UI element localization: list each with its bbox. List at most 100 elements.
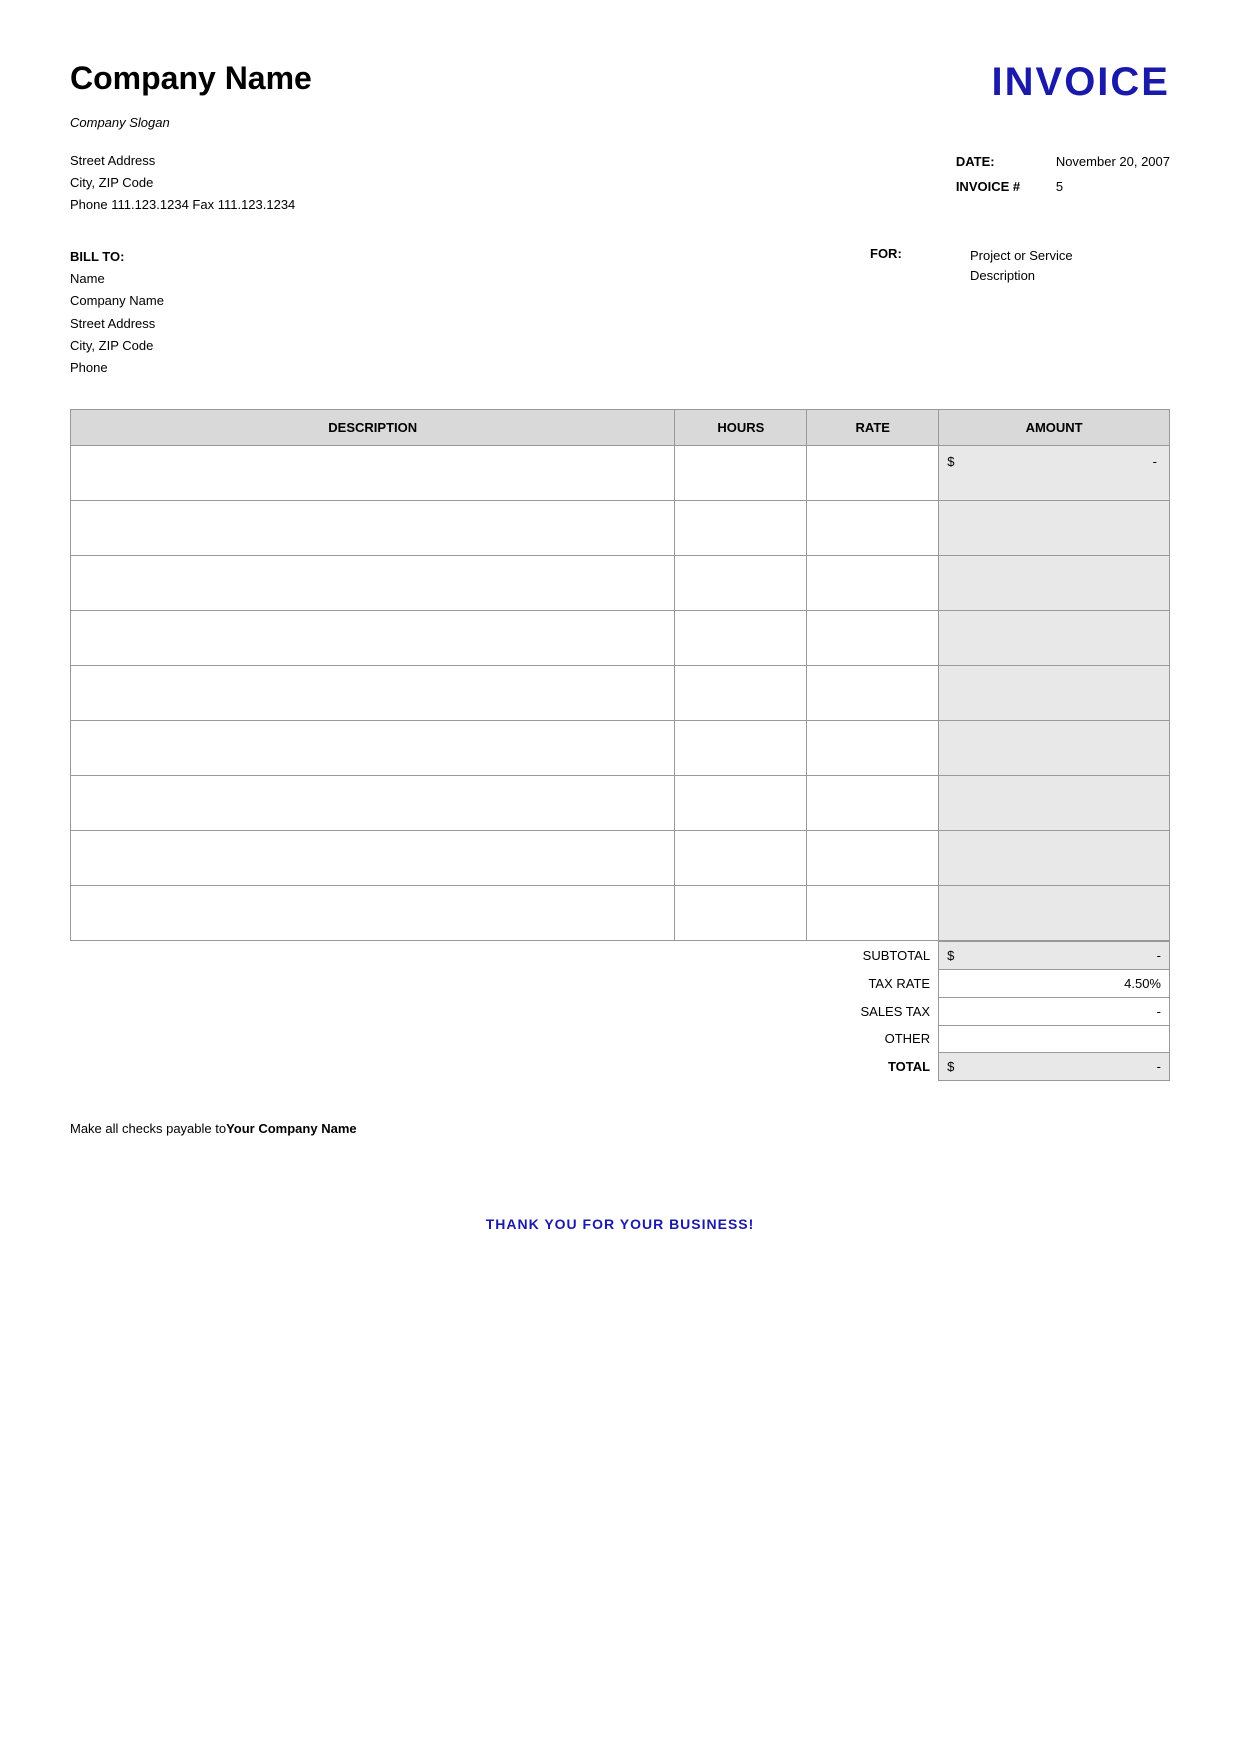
for-value-line1: Project or Service xyxy=(970,246,1073,266)
cell-amount: $- xyxy=(939,445,1170,500)
subtotal-dollar-sign: $ xyxy=(947,948,954,963)
col-header-rate: RATE xyxy=(807,409,939,445)
col-header-description: DESCRIPTION xyxy=(71,409,675,445)
cell-description xyxy=(71,665,675,720)
sales-tax-label: SALES TAX xyxy=(70,997,939,1025)
for-value-line2: Description xyxy=(970,266,1073,286)
invoice-number-label: INVOICE # xyxy=(956,175,1046,200)
company-city-zip: City, ZIP Code xyxy=(70,172,295,194)
subtotal-label: SUBTOTAL xyxy=(70,941,939,969)
other-label: OTHER xyxy=(70,1025,939,1052)
cell-hours xyxy=(675,830,807,885)
summary-table: SUBTOTAL $ - TAX RATE 4.50% SALES TAX - … xyxy=(70,941,1170,1081)
subtotal-amount: - xyxy=(1157,948,1161,963)
cell-description xyxy=(71,720,675,775)
cell-hours xyxy=(675,445,807,500)
for-description: Project or Service Description xyxy=(970,246,1073,285)
cell-hours xyxy=(675,720,807,775)
invoice-table: DESCRIPTION HOURS RATE AMOUNT $- xyxy=(70,409,1170,941)
subtotal-row: SUBTOTAL $ - xyxy=(70,941,1170,969)
cell-amount xyxy=(939,610,1170,665)
invoice-meta: DATE: November 20, 2007 INVOICE # 5 xyxy=(956,150,1170,216)
cell-rate xyxy=(807,775,939,830)
bill-to-street: Street Address xyxy=(70,313,164,335)
cell-amount xyxy=(939,720,1170,775)
bill-to-name: Name xyxy=(70,268,164,290)
other-row: OTHER xyxy=(70,1025,1170,1052)
col-header-amount: AMOUNT xyxy=(939,409,1170,445)
cell-description xyxy=(71,830,675,885)
invoice-title: INVOICE xyxy=(992,60,1170,105)
table-row xyxy=(71,665,1170,720)
cell-rate xyxy=(807,665,939,720)
cell-amount xyxy=(939,885,1170,940)
cell-rate xyxy=(807,500,939,555)
cell-hours xyxy=(675,555,807,610)
table-row xyxy=(71,830,1170,885)
tax-rate-row: TAX RATE 4.50% xyxy=(70,969,1170,997)
cell-hours xyxy=(675,500,807,555)
cell-description xyxy=(71,775,675,830)
invoice-number-value: 5 xyxy=(1056,175,1063,200)
total-value: $ - xyxy=(939,1052,1170,1080)
cell-hours xyxy=(675,775,807,830)
cell-amount xyxy=(939,555,1170,610)
cell-hours xyxy=(675,610,807,665)
cell-description xyxy=(71,555,675,610)
table-row xyxy=(71,555,1170,610)
sales-tax-value: - xyxy=(939,997,1170,1025)
bill-for-section: BILL TO: Name Company Name Street Addres… xyxy=(70,246,1170,379)
subtotal-value: $ - xyxy=(939,941,1170,969)
table-row xyxy=(71,885,1170,940)
company-street: Street Address xyxy=(70,150,295,172)
company-phone-fax: Phone 111.123.1234 Fax 111.123.1234 xyxy=(70,194,295,216)
tax-rate-value: 4.50% xyxy=(939,969,1170,997)
sales-tax-row: SALES TAX - xyxy=(70,997,1170,1025)
top-info-section: Street Address City, ZIP Code Phone 111.… xyxy=(70,150,1170,216)
total-row: TOTAL $ - xyxy=(70,1052,1170,1080)
for-section: FOR: Project or Service Description xyxy=(870,246,1170,379)
total-amount: - xyxy=(1157,1059,1161,1074)
date-label: DATE: xyxy=(956,150,1046,175)
cell-amount xyxy=(939,665,1170,720)
cell-description xyxy=(71,445,675,500)
bill-to-company: Company Name xyxy=(70,290,164,312)
table-row: $- xyxy=(71,445,1170,500)
bill-to-label: BILL TO: xyxy=(70,246,164,268)
table-row xyxy=(71,500,1170,555)
for-label: FOR: xyxy=(870,246,960,285)
page-header: Company Name INVOICE xyxy=(70,60,1170,105)
cell-amount xyxy=(939,500,1170,555)
cell-rate xyxy=(807,555,939,610)
bill-to-phone: Phone xyxy=(70,357,164,379)
table-row xyxy=(71,610,1170,665)
total-label: TOTAL xyxy=(70,1052,939,1080)
thank-you-message: THANK YOU FOR YOUR BUSINESS! xyxy=(70,1216,1170,1232)
date-value: November 20, 2007 xyxy=(1056,150,1170,175)
bill-to-city-zip: City, ZIP Code xyxy=(70,335,164,357)
cell-rate xyxy=(807,610,939,665)
footer-text: Make all checks payable toYour Company N… xyxy=(70,1121,1170,1136)
cell-description xyxy=(71,500,675,555)
cell-rate xyxy=(807,720,939,775)
company-name: Company Name xyxy=(70,60,312,97)
cell-rate xyxy=(807,885,939,940)
cell-amount xyxy=(939,775,1170,830)
table-row xyxy=(71,775,1170,830)
company-address: Street Address City, ZIP Code Phone 111.… xyxy=(70,150,295,216)
cell-rate xyxy=(807,445,939,500)
cell-rate xyxy=(807,830,939,885)
cell-hours xyxy=(675,665,807,720)
cell-hours xyxy=(675,885,807,940)
other-value xyxy=(939,1025,1170,1052)
checks-bold: Your Company Name xyxy=(226,1121,357,1136)
bill-to-section: BILL TO: Name Company Name Street Addres… xyxy=(70,246,164,379)
cell-amount xyxy=(939,830,1170,885)
cell-description xyxy=(71,610,675,665)
total-dollar-sign: $ xyxy=(947,1059,954,1074)
tax-rate-label: TAX RATE xyxy=(70,969,939,997)
checks-text: Make all checks payable to xyxy=(70,1121,226,1136)
company-slogan: Company Slogan xyxy=(70,115,1170,130)
table-row xyxy=(71,720,1170,775)
cell-description xyxy=(71,885,675,940)
